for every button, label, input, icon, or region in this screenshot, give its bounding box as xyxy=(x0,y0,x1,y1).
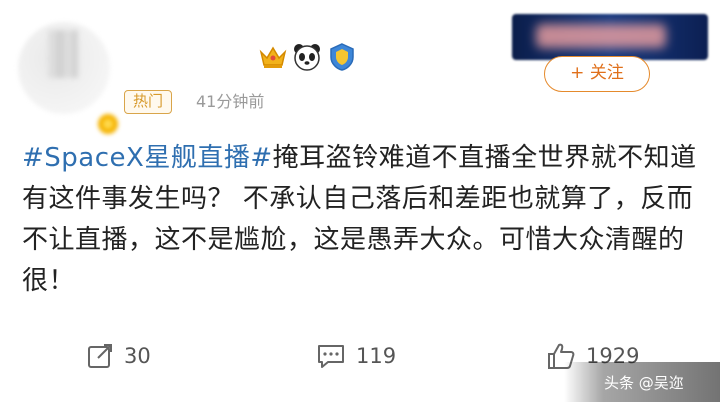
avatar[interactable] xyxy=(18,22,120,136)
topic-link[interactable]: #SpaceX星舰直播# xyxy=(22,143,273,173)
post-time: 41分钟前 xyxy=(196,92,265,111)
follow-button[interactable]: + 关注 xyxy=(544,56,650,92)
profile-banner-blurred xyxy=(512,14,708,60)
username-blurred[interactable] xyxy=(122,48,254,76)
comment-count: 119 xyxy=(356,344,397,368)
share-count: 30 xyxy=(124,344,151,368)
post-text: #SpaceX星舰直播#掩耳盗铃难道不直播全世界就不知道有这件事发生吗？ 不承认… xyxy=(22,138,702,302)
comment-button[interactable]: 119 xyxy=(316,336,396,376)
comment-icon xyxy=(318,345,344,368)
share-button[interactable]: 30 xyxy=(86,336,151,376)
crown-icon xyxy=(259,46,287,68)
banner-glow xyxy=(536,24,666,48)
shield-icon xyxy=(330,43,354,71)
share-icon xyxy=(88,344,112,368)
panda-icon xyxy=(294,44,320,71)
hot-badge: 热门 xyxy=(124,90,173,114)
watermark: 头条 @吴迩 xyxy=(564,362,720,402)
verified-badge-icon xyxy=(96,112,120,136)
avatar-mosaic xyxy=(48,30,78,78)
watermark-text: 头条 @吴迩 xyxy=(604,373,684,392)
